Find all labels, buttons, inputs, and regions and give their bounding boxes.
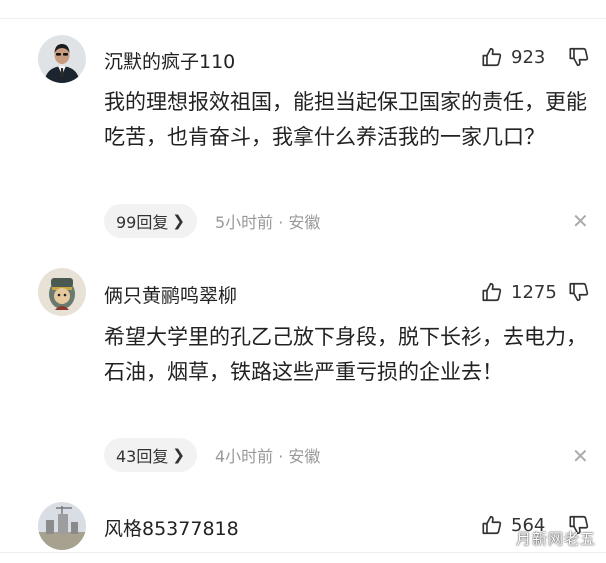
- thumbs-down-icon: [568, 282, 590, 307]
- thumbs-up-icon: [481, 281, 503, 303]
- thumbs-up-icon: [481, 46, 503, 68]
- avatar[interactable]: [38, 502, 86, 550]
- username[interactable]: 沉默的疯子110: [104, 47, 235, 74]
- thumbs-down-icon: [568, 47, 590, 72]
- chevron-right-icon: ❯: [172, 212, 185, 230]
- close-icon[interactable]: ✕: [572, 444, 589, 468]
- like-button[interactable]: 923: [481, 46, 545, 68]
- like-count: 1275: [511, 281, 557, 303]
- dislike-button[interactable]: [568, 281, 590, 307]
- reply-count-button[interactable]: 99回复 ❯: [104, 204, 197, 238]
- chevron-right-icon: ❯: [172, 446, 185, 464]
- reply-count-button[interactable]: 43回复 ❯: [104, 438, 197, 472]
- like-button[interactable]: 1275: [481, 281, 557, 303]
- avatar[interactable]: [38, 268, 86, 316]
- username[interactable]: 风格85377818: [104, 514, 239, 541]
- time-location: 4小时前 · 安徽: [214, 447, 321, 466]
- thumbs-up-icon: [481, 514, 503, 536]
- time-location: 5小时前 · 安徽: [214, 213, 321, 232]
- like-count: 923: [511, 46, 546, 68]
- username[interactable]: 俩只黄鹂鸣翠柳: [104, 281, 237, 308]
- reply-label: 99回复: [116, 213, 169, 232]
- close-icon[interactable]: ✕: [572, 209, 589, 233]
- comment-meta: 43回复 ❯ 4小时前 · 安徽: [104, 438, 320, 472]
- comment-text: 我的理想报效祖国，能担当起保卫国家的责任，更能吃苦，也肯奋斗，我拿什么养活我的一…: [104, 90, 587, 149]
- dislike-button[interactable]: [568, 46, 590, 72]
- reply-label: 43回复: [116, 447, 169, 466]
- comment-meta: 99回复 ❯ 5小时前 · 安徽: [104, 204, 320, 238]
- bottom-divider: [0, 552, 606, 553]
- watermark: 月新网老五: [515, 530, 596, 548]
- top-divider: [0, 18, 606, 19]
- comment-text: 希望大学里的孔乙己放下身段，脱下长衫，去电力，石油，烟草，铁路这些严重亏损的企业…: [104, 325, 587, 384]
- avatar[interactable]: [38, 35, 86, 83]
